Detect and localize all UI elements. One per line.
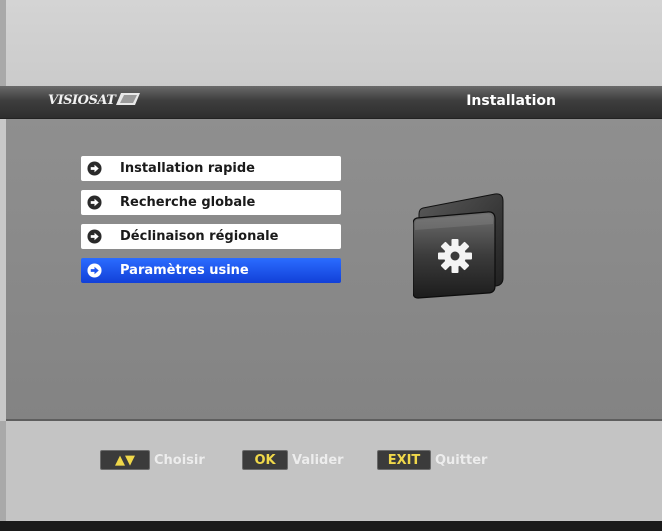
circle-arrow-right-icon bbox=[87, 161, 102, 176]
bottom-edge bbox=[0, 521, 662, 531]
settings-folder-icon bbox=[413, 193, 504, 299]
tv-screen: VISIOSAT Installation Installation rapid… bbox=[0, 0, 662, 531]
ok-key[interactable]: OK bbox=[242, 450, 288, 470]
hint-valider: OK Valider bbox=[242, 449, 344, 471]
menu-item-parametres-usine[interactable]: Paramètres usine bbox=[81, 258, 341, 283]
menu-item-label: Déclinaison régionale bbox=[120, 229, 279, 244]
menu-item-recherche-globale[interactable]: Recherche globale bbox=[81, 190, 341, 215]
top-band bbox=[0, 0, 662, 86]
menu-item-label: Paramètres usine bbox=[120, 263, 249, 278]
hint-label: Valider bbox=[292, 452, 344, 468]
circle-arrow-right-icon bbox=[87, 195, 102, 210]
bottom-band bbox=[0, 421, 662, 521]
page-title: Installation bbox=[466, 93, 556, 109]
menu-item-installation-rapide[interactable]: Installation rapide bbox=[81, 156, 341, 181]
brand-logo-mark-icon bbox=[116, 93, 140, 105]
menu-item-label: Recherche globale bbox=[120, 195, 256, 210]
hint-quitter: EXIT Quitter bbox=[377, 449, 487, 471]
installation-menu: Installation rapide Recherche globale Dé… bbox=[81, 156, 341, 292]
brand-logo: VISIOSAT bbox=[48, 93, 116, 108]
arrow-up-down-key[interactable]: ▲▼ bbox=[100, 450, 150, 470]
menu-item-label: Installation rapide bbox=[120, 161, 255, 176]
menu-item-declinaison-regionale[interactable]: Déclinaison régionale bbox=[81, 224, 341, 249]
circle-arrow-right-icon bbox=[87, 229, 102, 244]
circle-arrow-right-icon bbox=[87, 263, 102, 278]
hint-label: Quitter bbox=[435, 452, 488, 468]
hint-label: Choisir bbox=[154, 452, 205, 468]
exit-key[interactable]: EXIT bbox=[377, 450, 431, 470]
hint-choisir: ▲▼ Choisir bbox=[100, 449, 205, 471]
